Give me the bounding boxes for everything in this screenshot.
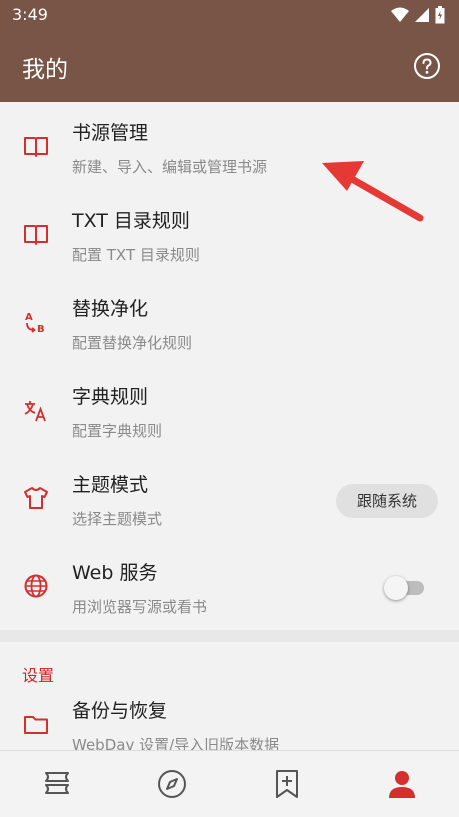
- list-item-web-service[interactable]: Web 服务 用浏览器写源或看书: [0, 542, 459, 630]
- item-subtitle: 配置字典规则: [72, 422, 163, 440]
- bookshelf-icon[interactable]: [40, 767, 74, 801]
- item-title: 替换净化: [72, 298, 149, 320]
- list-item-dict-rules[interactable]: 字典规则 配置字典规则: [0, 366, 459, 454]
- translate-icon: [24, 401, 46, 422]
- app-bar: 我的: [0, 30, 459, 102]
- item-subtitle: 配置 TXT 目录规则: [72, 246, 200, 264]
- list-item-book-source[interactable]: 书源管理 新建、导入、编辑或管理书源: [0, 102, 459, 190]
- book-open-icon: [24, 137, 48, 157]
- signal-icon: [415, 8, 429, 22]
- section-divider: [0, 630, 459, 642]
- battery-icon: [435, 6, 445, 24]
- person-icon[interactable]: [385, 767, 419, 801]
- section-title: 设置: [22, 666, 55, 685]
- item-title: 备份与恢复: [72, 700, 168, 722]
- help-icon[interactable]: [413, 52, 441, 80]
- compass-icon[interactable]: [155, 767, 189, 801]
- book-open-icon: [24, 225, 48, 245]
- list-item-replace-rules[interactable]: A B 替换净化 配置替换净化规则: [0, 278, 459, 366]
- item-title: 字典规则: [72, 386, 149, 408]
- bookmark-add-icon[interactable]: [270, 767, 304, 801]
- item-subtitle: 新建、导入、编辑或管理书源: [72, 158, 268, 176]
- item-subtitle: 配置替换净化规则: [72, 334, 193, 352]
- svg-text:B: B: [37, 324, 45, 335]
- bottom-navigation: [0, 750, 459, 817]
- list-item-txt-rules[interactable]: TXT 目录规则 配置 TXT 目录规则: [0, 190, 459, 278]
- page-title: 我的: [22, 57, 68, 83]
- settings-list: 书源管理 新建、导入、编辑或管理书源 TXT 目录规则 配置 TXT 目录规则 …: [0, 102, 459, 778]
- tshirt-icon: [24, 487, 48, 509]
- status-time: 3:49: [12, 5, 48, 24]
- settings-section-header: 设置: [0, 642, 459, 690]
- item-subtitle: 用浏览器写源或看书: [72, 598, 208, 616]
- item-title: 主题模式: [72, 474, 149, 496]
- wifi-icon: [391, 7, 409, 22]
- theme-mode-chip[interactable]: 跟随系统: [336, 484, 438, 518]
- item-title: TXT 目录规则: [72, 210, 190, 232]
- toggle-thumb: [384, 576, 408, 600]
- item-subtitle: 选择主题模式: [72, 510, 163, 528]
- list-item-theme-mode[interactable]: 主题模式 选择主题模式 跟随系统: [0, 454, 459, 542]
- status-icons: [391, 6, 445, 24]
- web-service-toggle[interactable]: [384, 575, 426, 600]
- replace-ab-icon: A B: [25, 312, 45, 335]
- folder-icon: [24, 716, 48, 734]
- item-title: Web 服务: [72, 562, 158, 584]
- svg-text:A: A: [25, 312, 33, 323]
- item-title: 书源管理: [72, 122, 149, 144]
- globe-icon: [24, 574, 48, 598]
- status-bar: 3:49: [0, 0, 459, 30]
